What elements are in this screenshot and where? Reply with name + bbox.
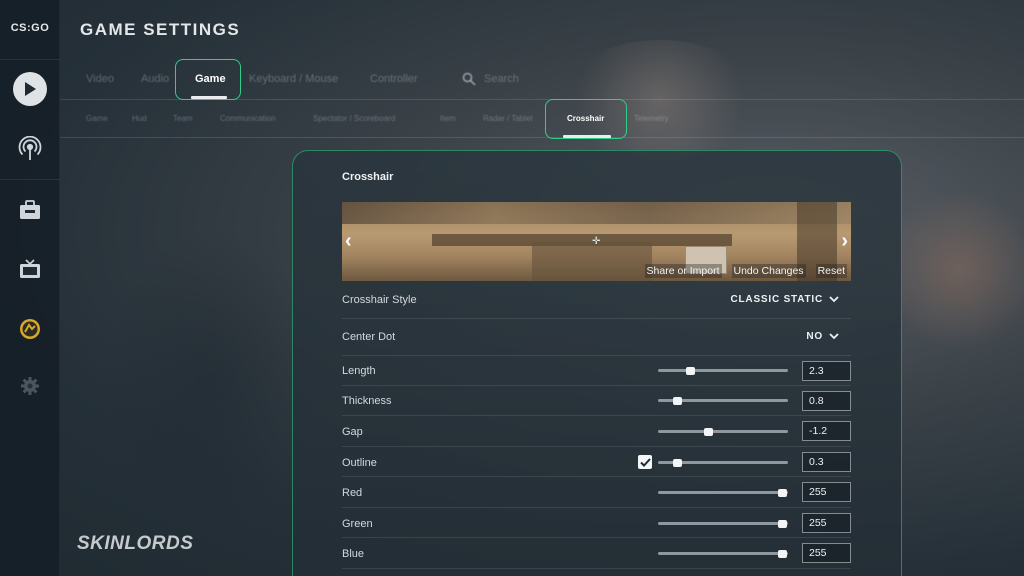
tab-active-underline	[191, 96, 227, 99]
sub-tab-bar: Game Hud Team Communication Spectator / …	[60, 100, 1024, 138]
csgo-logo: CS:GO	[10, 22, 50, 34]
background-shade	[100, 230, 320, 530]
slider-knob[interactable]	[778, 488, 788, 497]
gear-icon	[21, 377, 39, 395]
green-slider[interactable]	[658, 519, 788, 528]
subtab-item[interactable]: Item	[440, 100, 456, 137]
page-title: GAME SETTINGS	[80, 20, 241, 39]
setting-row-blue: Blue 255	[342, 538, 851, 569]
red-slider[interactable]	[658, 488, 788, 497]
slider-knob[interactable]	[673, 396, 682, 405]
setting-row-length: Length 2.3	[342, 356, 851, 386]
length-value-input[interactable]: 2.3	[802, 361, 851, 381]
setting-row-center-dot: Center Dot NO	[342, 319, 851, 356]
slider-knob[interactable]	[778, 519, 788, 528]
setting-label: Gap	[342, 426, 363, 438]
skinlords-watermark: SKINLORDS	[77, 533, 194, 554]
slider-knob[interactable]	[704, 427, 714, 436]
setting-label: Thickness	[342, 395, 392, 407]
setting-label: Center Dot	[342, 331, 396, 343]
tab-search[interactable]: Search	[462, 58, 519, 99]
outline-value-input[interactable]: 0.3	[802, 452, 851, 472]
settings-button[interactable]	[12, 368, 48, 404]
setting-row-crosshair-style: Crosshair Style CLASSIC STATIC	[342, 282, 851, 319]
tab-video[interactable]: Video	[86, 58, 114, 99]
preview-next-arrow[interactable]: ›	[841, 230, 848, 253]
watch-broadcast-button[interactable]	[12, 131, 48, 167]
setting-label: Blue	[342, 548, 365, 560]
search-label: Search	[484, 72, 519, 85]
thickness-slider[interactable]	[658, 396, 788, 405]
subtab-spectator-scoreboard[interactable]: Spectator / Scoreboard	[313, 100, 395, 137]
setting-label: Outline	[342, 457, 377, 469]
sidebar: CS:GO	[0, 0, 60, 576]
watch-button[interactable]	[12, 251, 48, 287]
thickness-value-input[interactable]: 0.8	[802, 391, 851, 411]
outline-checkbox[interactable]	[638, 455, 652, 469]
top-tab-bar: Video Audio Game Keyboard / Mouse Contro…	[60, 58, 1024, 100]
subtab-active-underline	[563, 135, 611, 138]
gap-value-input[interactable]: -1.2	[802, 421, 851, 441]
setting-label: Red	[342, 487, 363, 499]
sidebar-divider	[0, 59, 60, 60]
setting-row-green: Green 255	[342, 508, 851, 538]
reset-button[interactable]: Reset	[815, 264, 847, 278]
outline-slider[interactable]	[658, 458, 788, 467]
blue-slider[interactable]	[658, 549, 788, 558]
length-slider[interactable]	[658, 366, 788, 375]
panel-title: Crosshair	[342, 171, 394, 183]
blue-value-input[interactable]: 255	[802, 543, 851, 563]
chevron-down-icon	[829, 296, 839, 303]
broadcast-icon	[18, 136, 42, 160]
tab-game[interactable]: Game	[195, 58, 226, 99]
dropdown-value: CLASSIC STATIC	[730, 294, 823, 305]
chevron-down-icon	[829, 333, 839, 340]
badge-icon	[20, 319, 40, 339]
subtab-communication[interactable]: Communication	[220, 100, 276, 137]
dropdown-value: NO	[806, 331, 823, 342]
setting-row-gap: Gap -1.2	[342, 416, 851, 447]
setting-row-outline: Outline 0.3	[342, 447, 851, 477]
slider-knob[interactable]	[673, 458, 682, 467]
subtab-crosshair[interactable]: Crosshair	[567, 100, 604, 137]
subtab-telemetry[interactable]: Telemetry	[634, 100, 669, 137]
briefcase-icon	[20, 200, 40, 219]
slider-knob[interactable]	[778, 549, 788, 558]
crosshair-icon: ✛	[592, 236, 601, 247]
subtab-game[interactable]: Game	[86, 100, 108, 137]
setting-label: Length	[342, 365, 376, 377]
red-value-input[interactable]: 255	[802, 482, 851, 502]
share-import-button[interactable]: Share or Import	[644, 264, 722, 278]
green-value-input[interactable]: 255	[802, 513, 851, 533]
search-icon	[462, 72, 476, 86]
subtab-radar-tablet[interactable]: Radar / Tablet	[483, 100, 533, 137]
setting-label: Green	[342, 518, 373, 530]
setting-row-thickness: Thickness 0.8	[342, 386, 851, 416]
checkmark-icon	[639, 457, 651, 467]
profile-rank-button[interactable]	[12, 311, 48, 347]
subtab-team[interactable]: Team	[173, 100, 193, 137]
tab-controller[interactable]: Controller	[370, 58, 418, 99]
undo-changes-button[interactable]: Undo Changes	[731, 264, 806, 278]
tab-keyboard-mouse[interactable]: Keyboard / Mouse	[249, 58, 338, 99]
center-dot-dropdown[interactable]: NO	[806, 331, 839, 342]
setting-label: Crosshair Style	[342, 294, 417, 306]
tv-icon	[20, 259, 40, 278]
tab-audio[interactable]: Audio	[141, 58, 169, 99]
crosshair-style-dropdown[interactable]: CLASSIC STATIC	[731, 294, 840, 305]
slider-knob[interactable]	[686, 366, 695, 375]
sidebar-divider	[0, 179, 60, 180]
crosshair-preview: ✛ ‹ › Share or Import Undo Changes Reset	[342, 202, 851, 281]
inventory-button[interactable]	[12, 192, 48, 228]
setting-row-red: Red 255	[342, 477, 851, 508]
play-button[interactable]	[12, 71, 48, 107]
subtab-hud[interactable]: Hud	[132, 100, 147, 137]
gap-slider[interactable]	[658, 427, 788, 436]
play-icon	[13, 72, 47, 106]
preview-prev-arrow[interactable]: ‹	[345, 230, 352, 253]
